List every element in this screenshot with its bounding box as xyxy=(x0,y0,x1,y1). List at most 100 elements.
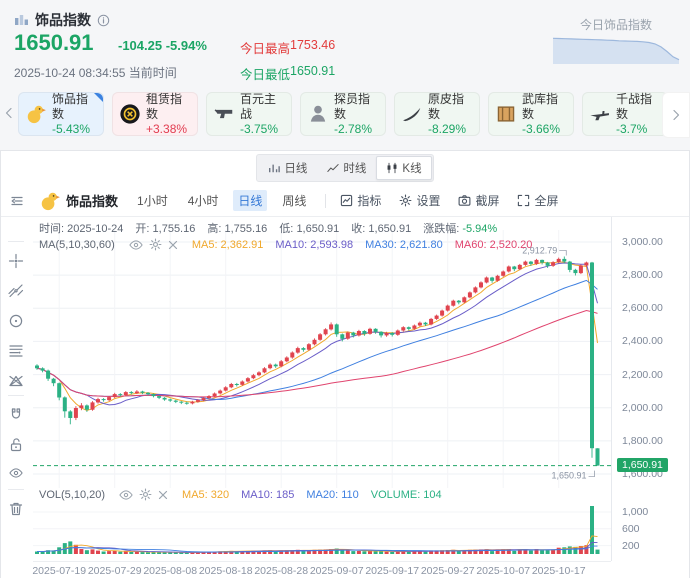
toolbar-action[interactable]: 指标 xyxy=(340,192,381,209)
chart-body: 2,912.79 1,650.91 时间: 2025-10-24 开: 1,755.… xyxy=(1,217,689,578)
info-icon[interactable] xyxy=(97,14,110,27)
duck-icon xyxy=(39,190,61,212)
chart-panel: 日线 时线 K线 饰品指数 1小时 4小时 日线 周线 指标 设置 截屏 全屏 2,912.79… xyxy=(0,150,690,578)
index-card-change: -2.78% xyxy=(334,121,373,136)
chart-title-text: 饰品指数 xyxy=(66,194,119,209)
y-axis-label: 2,400.00 xyxy=(622,335,663,348)
draw-tool-crosshair-icon[interactable] xyxy=(1,253,31,269)
y-axis-label: 1,800.00 xyxy=(622,434,663,447)
crate-icon xyxy=(495,103,517,125)
interval-tab[interactable]: 1小时 xyxy=(132,190,173,211)
draw-tool-magnet-icon[interactable] xyxy=(1,407,31,423)
toolbar-action[interactable]: 截屏 xyxy=(458,192,499,209)
indicator-value: MA10: 2,593.98 xyxy=(275,238,354,251)
volume-axis-label: 600 xyxy=(622,522,640,535)
index-card[interactable]: 租赁指数 +3.38% xyxy=(112,92,198,136)
page-header-title-row: 饰品指数 xyxy=(14,10,110,30)
indicator-value: MA60: 2,520.20 xyxy=(454,238,533,251)
index-card-change: -3.66% xyxy=(522,121,561,136)
view-tabs: 日线 时线 K线 xyxy=(1,151,689,185)
draw-tool-fib-lines-icon[interactable] xyxy=(1,343,31,359)
current-price: 1650.91 xyxy=(14,30,94,55)
toolbar-action-label: 设置 xyxy=(416,194,441,208)
eye-icon[interactable] xyxy=(129,239,143,251)
pistol-icon xyxy=(213,103,235,125)
draw-tool-eye-icon[interactable] xyxy=(1,467,31,479)
sparkline-label: 今日饰品指数 xyxy=(579,18,652,32)
ohlc-item: 开: 1,755.16 xyxy=(135,223,196,235)
current-price-badge: 1,650.91 xyxy=(617,457,668,472)
index-card[interactable]: 武库指数 -3.66% xyxy=(488,92,574,136)
chevron-left-icon[interactable] xyxy=(4,106,14,122)
view-tab-日线[interactable]: 日线 xyxy=(259,157,316,179)
current-time: 2025-10-24 08:34:55 当前时间 xyxy=(14,66,177,80)
date-axis: 2025-07-19 2025-07-29 2025-08-08 2025-08-18… xyxy=(32,561,611,578)
indicator-value: MA5: 320 xyxy=(182,488,230,501)
index-card[interactable]: 原皮指数 -8.29% xyxy=(394,92,480,136)
draw-tool-trash-icon[interactable] xyxy=(1,501,31,517)
close-icon[interactable] xyxy=(158,490,168,500)
toolbar-action[interactable]: 设置 xyxy=(399,192,440,209)
y-axis-label: 2,600.00 xyxy=(622,302,663,315)
interval-tab[interactable]: 日线 xyxy=(233,190,268,211)
today-low-value: 1650.91 xyxy=(290,64,336,78)
y-axis-label: 2,800.00 xyxy=(622,269,663,282)
view-tab-label: K线 xyxy=(402,163,422,175)
index-card-name: 千战指数 xyxy=(616,91,653,121)
index-card[interactable]: 百元主战 -3.75% xyxy=(206,92,292,136)
y-axis-label: 2,000.00 xyxy=(622,401,663,414)
ohlc-readout: 时间: 2025-10-24 开: 1,755.16 高: 1,755.16 低: 1… xyxy=(39,220,497,236)
view-tab-时线[interactable]: 时线 xyxy=(318,157,375,179)
gear-icon[interactable] xyxy=(149,238,162,251)
index-card[interactable]: 千战指数 -3.7% xyxy=(582,92,668,136)
draw-tool-circle-tool-icon[interactable] xyxy=(1,313,31,329)
index-cards-row: 饰品指数 -5.43% 租赁指数 +3.38% 百元主战 -3.75% 探员指数 -2.78%… xyxy=(0,90,690,144)
candlestick-mini-icon xyxy=(14,13,29,27)
toolbar-action[interactable]: 全屏 xyxy=(517,192,558,209)
index-card-name: 百元主战 xyxy=(240,91,277,121)
rent-badge-icon xyxy=(119,103,141,125)
gear-icon[interactable] xyxy=(139,488,152,501)
cards-scroll-right[interactable] xyxy=(662,92,690,138)
today-high-value: 1753.46 xyxy=(290,38,336,52)
toolbar-divider xyxy=(325,193,327,208)
index-card[interactable]: 探员指数 -2.78% xyxy=(300,92,386,136)
index-card[interactable]: 饰品指数 -5.43% xyxy=(18,92,104,136)
page-title: 饰品指数 xyxy=(35,12,91,28)
index-card-change: -5.43% xyxy=(52,121,91,136)
view-tab-K线[interactable]: K线 xyxy=(376,156,432,180)
draw-tool-xabcd-icon[interactable] xyxy=(1,373,31,389)
rifle-icon xyxy=(589,103,611,125)
view-tab-label: 日线 xyxy=(284,163,308,175)
y-axis-label: 2,200.00 xyxy=(622,368,663,381)
ohlc-item: 高: 1,755.16 xyxy=(207,223,268,235)
fullscreen-icon xyxy=(517,194,530,207)
today-low: 今日最低 1650.91 xyxy=(240,64,335,83)
indicator-value: MA30: 2,621.80 xyxy=(365,238,443,251)
interval-tab[interactable]: 4小时 xyxy=(183,190,224,211)
draw-tool-trendline-icon[interactable] xyxy=(1,283,31,299)
index-card-change: -3.7% xyxy=(616,121,648,136)
volume-chart[interactable] xyxy=(33,504,611,560)
indicator-icon xyxy=(340,194,353,207)
today-high-label: 今日最高 xyxy=(240,42,291,56)
chart-title: 饰品指数 xyxy=(39,190,118,212)
indicator-value: VOLUME: 104 xyxy=(370,488,442,501)
panel-collapse-icon[interactable] xyxy=(9,194,25,208)
draw-tool-unlock-icon[interactable] xyxy=(1,437,31,453)
indicator-name: VOL(5,10,20) xyxy=(39,488,106,501)
view-tab-label: 时线 xyxy=(343,163,367,175)
toolbar-action-label: 指标 xyxy=(357,194,382,208)
index-card-name: 探员指数 xyxy=(334,91,371,121)
y-axis-label: 3,000.00 xyxy=(622,236,663,248)
index-card-change: -3.75% xyxy=(240,121,279,136)
close-icon[interactable] xyxy=(168,240,178,250)
screenshot-icon xyxy=(458,194,471,207)
agent-icon xyxy=(307,103,329,125)
eye-icon[interactable] xyxy=(119,489,133,501)
gear-icon xyxy=(399,194,412,207)
indicator-value: MA10: 185 xyxy=(241,488,295,501)
interval-tab[interactable]: 周线 xyxy=(277,190,311,211)
index-card-name: 租赁指数 xyxy=(146,91,183,121)
price-chart[interactable]: 2,912.791,650.91 xyxy=(33,230,611,488)
